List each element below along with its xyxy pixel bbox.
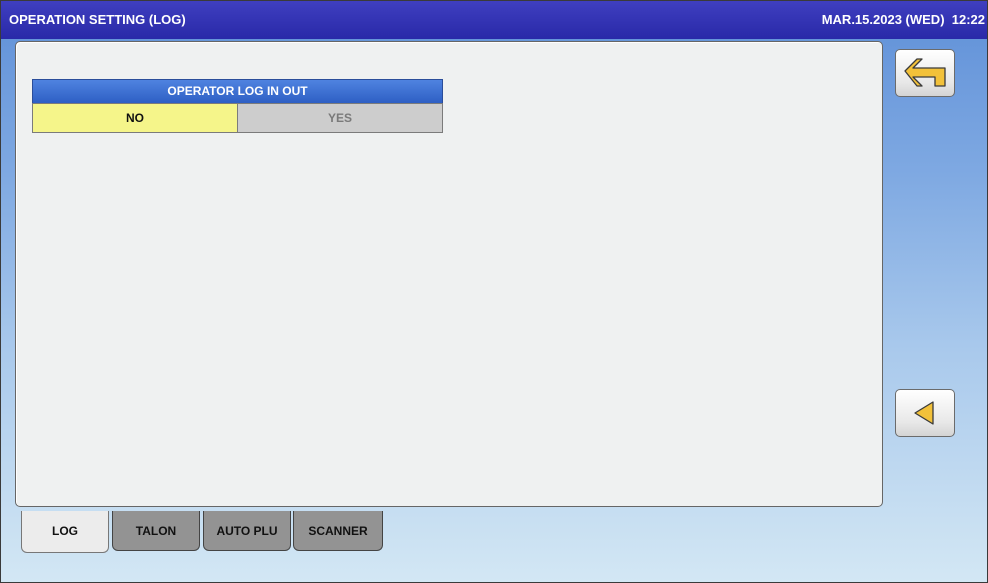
triangle-left-icon [914, 401, 934, 425]
previous-button[interactable] [895, 389, 955, 437]
settings-panel: OPERATOR LOG IN OUT NO YES [15, 41, 883, 507]
operator-log-setting: OPERATOR LOG IN OUT NO YES [32, 79, 443, 133]
title-bar: OPERATION SETTING (LOG) MAR.15.2023 (WED… [1, 1, 987, 39]
tab-scanner[interactable]: SCANNER [293, 511, 383, 551]
screen-title: OPERATION SETTING (LOG) [9, 12, 186, 27]
setting-header: OPERATOR LOG IN OUT [32, 79, 443, 103]
return-button[interactable] [895, 49, 955, 97]
tab-auto-plu[interactable]: AUTO PLU [203, 511, 291, 551]
option-group: NO YES [32, 103, 443, 133]
date-time-display: MAR.15.2023 (WED) 12:22 [821, 12, 985, 27]
tab-log[interactable]: LOG [21, 511, 109, 553]
tab-talon[interactable]: TALON [112, 511, 200, 551]
option-yes-button[interactable]: YES [238, 104, 442, 132]
option-no-button[interactable]: NO [33, 104, 238, 132]
app-window: OPERATION SETTING (LOG) MAR.15.2023 (WED… [0, 0, 988, 583]
return-arrow-icon [904, 58, 946, 87]
